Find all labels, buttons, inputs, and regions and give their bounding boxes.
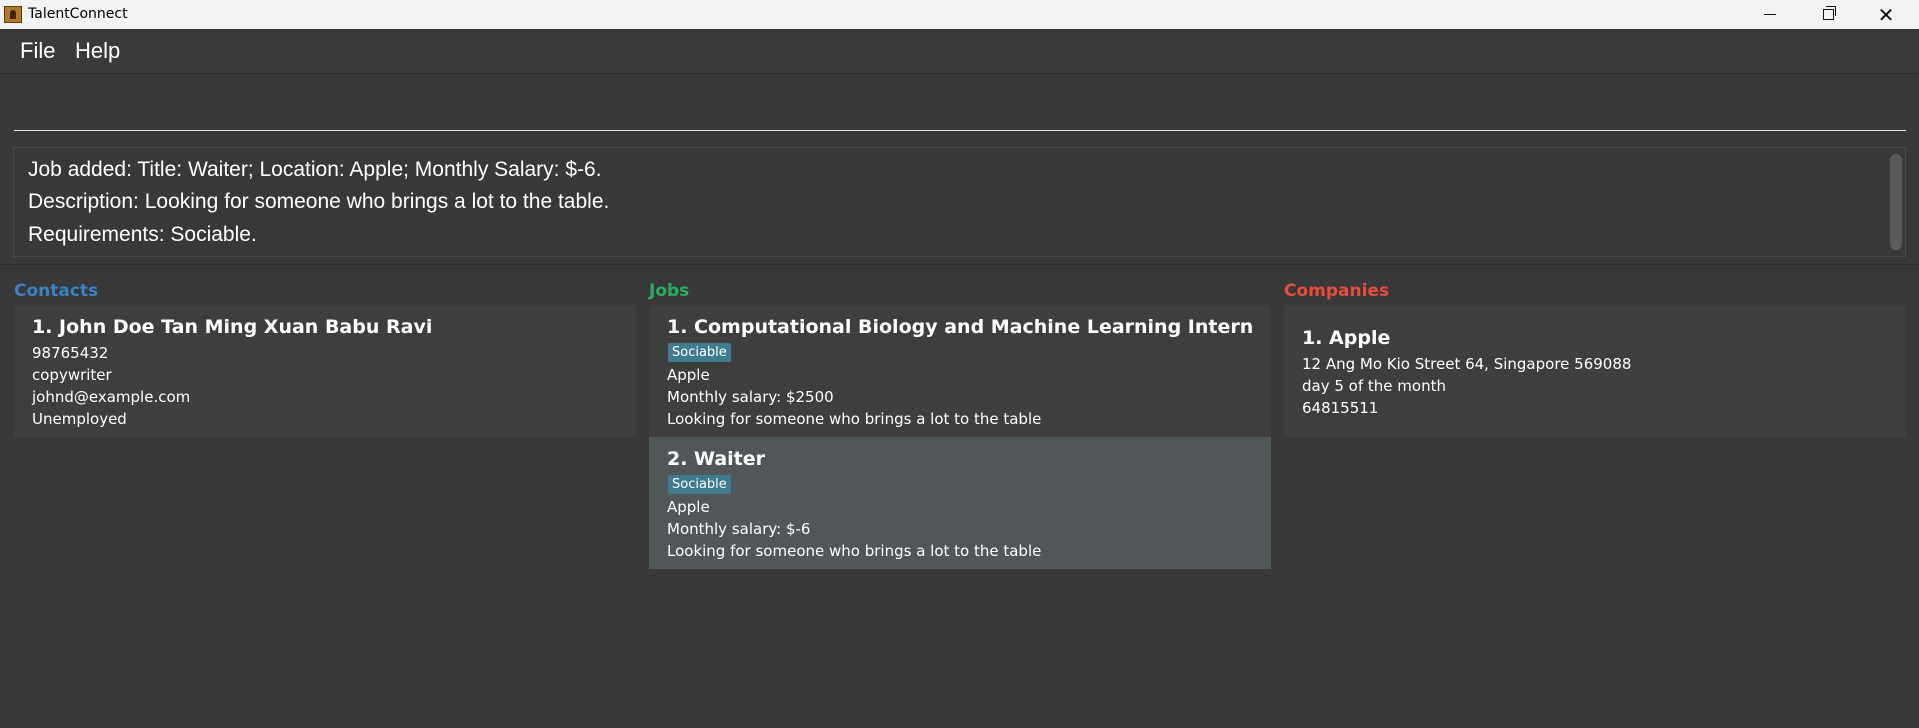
result-display: Job added: Title: Waiter; Location: Appl… xyxy=(13,147,1906,257)
company-card[interactable]: 1. Apple 12 Ang Mo Kio Street 64, Singap… xyxy=(1284,305,1906,437)
menu-help[interactable]: Help xyxy=(75,38,120,64)
job-tag: Sociable xyxy=(668,475,731,494)
contact-role: copywriter xyxy=(32,366,112,384)
title-bar: TalentConnect ✕ xyxy=(0,0,1919,29)
result-line: Description: Looking for someone who bri… xyxy=(28,190,610,213)
company-address: 12 Ang Mo Kio Street 64, Singapore 56908… xyxy=(1302,355,1632,373)
job-salary: Monthly salary: $-6 xyxy=(667,520,811,538)
job-salary: Monthly salary: $2500 xyxy=(667,388,834,406)
job-tag: Sociable xyxy=(668,343,731,362)
contact-email: johnd@example.com xyxy=(32,388,191,406)
menu-bar: File Help xyxy=(0,29,1919,74)
job-description: Looking for someone who brings a lot to … xyxy=(667,542,1042,560)
job-card[interactable]: 1. Computational Biology and Machine Lea… xyxy=(649,305,1271,437)
contacts-panel-title: Contacts xyxy=(14,281,99,301)
job-company: Apple xyxy=(667,366,710,384)
jobs-panel-title: Jobs xyxy=(649,281,690,301)
job-name: 2. Waiter xyxy=(667,448,766,470)
contact-card[interactable]: 1. John Doe Tan Ming Xuan Babu Ravi 9876… xyxy=(14,305,636,437)
window-title: TalentConnect xyxy=(28,6,128,22)
result-line: Job added: Title: Waiter; Location: Appl… xyxy=(28,158,602,181)
close-button[interactable]: ✕ xyxy=(1857,0,1915,29)
contact-status: Unemployed xyxy=(32,410,127,428)
company-billing: day 5 of the month xyxy=(1302,377,1446,395)
company-name: 1. Apple xyxy=(1302,327,1391,349)
companies-panel-title: Companies xyxy=(1284,281,1390,301)
job-description: Looking for someone who brings a lot to … xyxy=(667,410,1042,428)
divider xyxy=(0,264,1919,265)
result-line: Requirements: Sociable. xyxy=(28,223,257,246)
minimize-icon xyxy=(1764,14,1776,15)
close-icon: ✕ xyxy=(1877,2,1895,27)
job-company: Apple xyxy=(667,498,710,516)
job-card-selected[interactable]: 2. Waiter Sociable Apple Monthly salary:… xyxy=(649,437,1271,569)
company-phone: 64815511 xyxy=(1302,399,1379,417)
result-scrollbar[interactable] xyxy=(1890,154,1902,250)
app-icon xyxy=(4,6,22,23)
contact-name: 1. John Doe Tan Ming Xuan Babu Ravi xyxy=(32,316,433,338)
contact-phone: 98765432 xyxy=(32,344,109,362)
restore-icon xyxy=(1822,6,1836,20)
command-input[interactable] xyxy=(14,103,1906,131)
maximize-button[interactable] xyxy=(1799,0,1857,29)
job-name: 1. Computational Biology and Machine Lea… xyxy=(667,316,1254,338)
minimize-button[interactable] xyxy=(1741,0,1799,29)
command-box xyxy=(0,75,1919,140)
menu-file[interactable]: File xyxy=(20,38,55,64)
